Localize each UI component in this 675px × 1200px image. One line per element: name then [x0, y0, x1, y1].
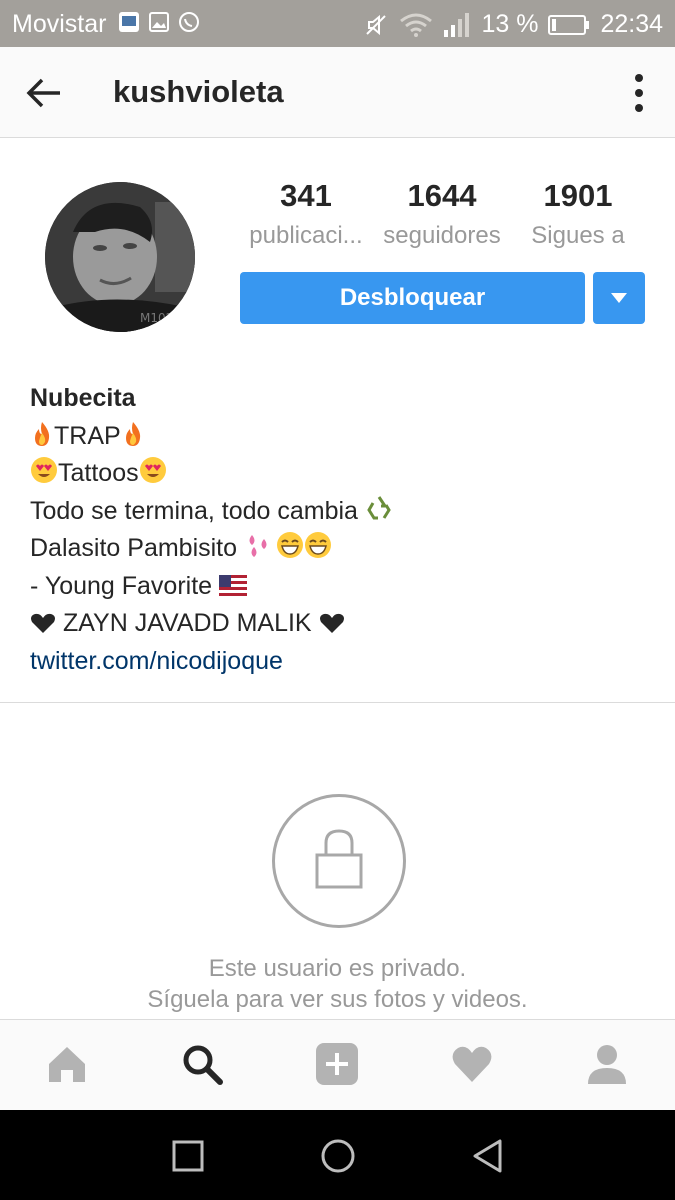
bio-line: Todo se termina, todo cambia — [30, 493, 650, 531]
stat-followers-value: 1644 — [407, 178, 477, 213]
heart-eyes-emoji-icon — [31, 457, 57, 483]
back-arrow-icon[interactable] — [24, 73, 64, 113]
stat-following[interactable]: 1901 Sigues a — [512, 178, 644, 250]
tab-bar — [0, 1019, 675, 1111]
stat-posts[interactable]: 341 publicaci... — [240, 178, 372, 250]
signal-icon — [444, 12, 470, 37]
stat-following-label: Sigues a — [531, 222, 625, 249]
stat-posts-label: publicaci... — [249, 222, 363, 249]
bio-line-6-text: ZAYN JAVADD MALIK — [62, 609, 312, 637]
fire-icon — [35, 421, 50, 446]
avatar[interactable]: M102 — [45, 182, 195, 332]
us-flag-icon — [219, 574, 248, 597]
more-vertical-icon[interactable] — [631, 73, 647, 113]
recycle-icon — [367, 495, 391, 519]
bio-line: Tattoos — [30, 455, 650, 493]
status-right: 13 % 22:34 — [363, 10, 663, 39]
search-icon[interactable] — [180, 1042, 224, 1086]
stat-followers[interactable]: 1644 seguidores — [376, 178, 508, 250]
carrier-name: Movistar — [12, 10, 107, 38]
recents-icon[interactable] — [168, 1136, 208, 1176]
dropdown-button[interactable] — [593, 272, 645, 324]
grinning-emoji-icon — [304, 532, 331, 558]
status-bar: Movistar 13 % 22:34 — [0, 0, 675, 47]
unblock-button[interactable]: Desbloquear — [240, 272, 585, 324]
bio-line-3-text: Todo se termina, todo cambia — [30, 496, 358, 525]
stat-posts-value: 341 — [280, 178, 332, 213]
app-bar: kushvioleta — [0, 47, 675, 138]
bio-line-4-text: Dalasito Pambisito — [30, 534, 238, 562]
profile-username: kushvioleta — [113, 74, 284, 109]
lock-icon — [315, 829, 363, 889]
screen-icon — [119, 12, 139, 32]
android-nav-bar — [0, 1110, 675, 1200]
svg-text:M102: M102 — [140, 311, 173, 325]
black-heart-icon — [319, 613, 344, 633]
wifi-icon — [400, 13, 433, 37]
home-icon[interactable] — [45, 1042, 89, 1086]
bio-line-5-text: - Young Favorite — [30, 571, 213, 600]
stat-following-value: 1901 — [543, 178, 613, 213]
bio-line: - Young Favorite — [30, 568, 650, 606]
battery-icon — [548, 14, 590, 35]
caret-down-icon — [611, 293, 627, 303]
lock-circle — [272, 794, 406, 928]
bio-line: ZAYN JAVADD MALIK — [30, 605, 650, 643]
battery-percent: 13 % — [481, 10, 539, 38]
sweat-droplets-icon — [249, 535, 267, 557]
full-name: Nubecita — [30, 384, 136, 412]
mute-icon — [366, 14, 387, 35]
black-heart-icon — [31, 613, 55, 633]
avatar-photo: M102 — [45, 182, 195, 332]
fire-icon — [125, 421, 140, 446]
notification-icons — [118, 11, 200, 33]
clock: 22:34 — [600, 10, 663, 38]
back-nav-icon[interactable] — [468, 1136, 508, 1176]
private-subtitle: Síguela para ver sus fotos y videos. — [147, 986, 528, 1013]
bio-line: TRAP — [30, 418, 650, 456]
stat-followers-label: seguidores — [383, 222, 501, 249]
heart-icon[interactable] — [450, 1042, 494, 1086]
heart-eyes-emoji-icon — [139, 457, 166, 483]
grinning-emoji-icon — [276, 532, 303, 558]
bio-line-1-text: TRAP — [54, 421, 121, 450]
bio-line-2-text: Tattoos — [58, 459, 139, 487]
whatsapp-icon — [179, 12, 199, 32]
add-post-icon[interactable] — [315, 1042, 359, 1086]
bio: Nubecita TRAP Tattoos Todo se termina, t… — [30, 380, 650, 680]
bio-line: Dalasito Pambisito — [30, 530, 650, 568]
image-icon — [149, 12, 169, 32]
divider — [0, 702, 675, 703]
private-title: Este usuario es privado. — [208, 955, 467, 982]
website-link[interactable]: twitter.com/nicodijoque — [30, 643, 650, 681]
profile-icon[interactable] — [585, 1042, 629, 1086]
home-nav-icon[interactable] — [318, 1136, 358, 1176]
